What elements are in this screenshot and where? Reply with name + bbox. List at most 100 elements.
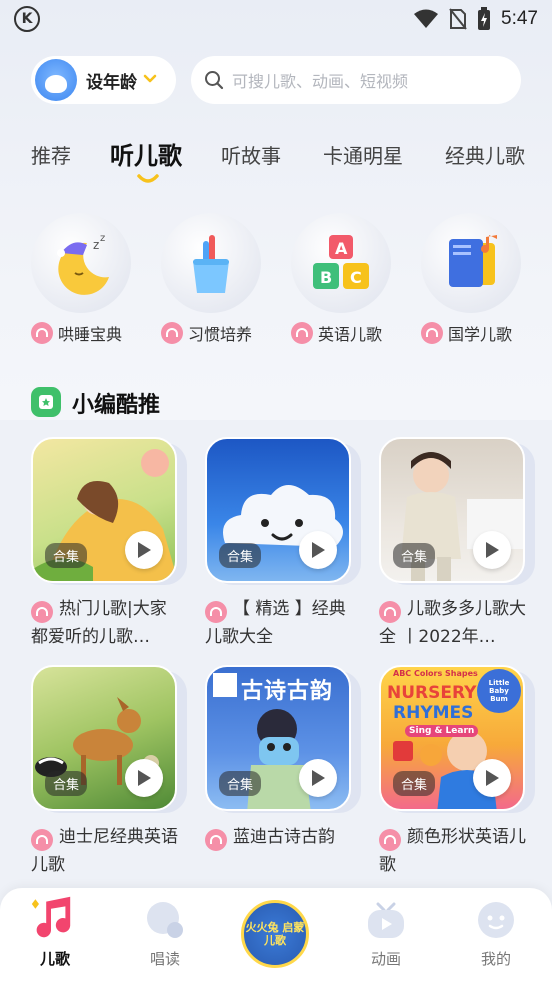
svg-text:C: C bbox=[350, 268, 362, 287]
svg-text:z: z bbox=[100, 233, 105, 244]
play-icon bbox=[312, 542, 325, 558]
cover-poetry-title: 古诗古韵 bbox=[241, 679, 334, 704]
collection-badge: 合集 bbox=[45, 543, 88, 568]
collection-badge: 合集 bbox=[219, 543, 262, 568]
headphones-icon bbox=[379, 829, 401, 851]
center-logo-text: 火火兔 启蒙儿歌 bbox=[245, 921, 305, 947]
svg-text:B: B bbox=[320, 268, 332, 287]
tab-songs[interactable]: 听儿歌 bbox=[110, 136, 182, 171]
nav-label: 动画 bbox=[370, 950, 401, 968]
search-input[interactable]: 可搜儿歌、动画、短视频 bbox=[191, 56, 521, 104]
svg-text:z: z bbox=[93, 238, 99, 252]
status-time: 5:47 bbox=[501, 8, 538, 29]
category-label: 哄睡宝典 bbox=[58, 325, 123, 344]
headphones-icon bbox=[31, 322, 53, 344]
headphones-icon bbox=[205, 829, 227, 851]
cover-top-text: ABC Colors Shapes bbox=[393, 669, 478, 678]
play-icon bbox=[486, 542, 499, 558]
cover-brand-text: Little Baby Bum bbox=[488, 679, 510, 703]
headphones-icon bbox=[31, 829, 53, 851]
album-card[interactable]: ABC Colors Shapes NURSERY RHYMES Little … bbox=[379, 665, 535, 875]
headphones-icon bbox=[31, 601, 53, 623]
play-icon bbox=[138, 542, 151, 558]
search-placeholder: 可搜儿歌、动画、短视频 bbox=[232, 72, 409, 91]
sing-read-icon bbox=[147, 902, 183, 938]
album-title: 【 精选 】经典儿歌大全 bbox=[205, 599, 346, 647]
wifi-icon bbox=[414, 9, 439, 28]
search-icon bbox=[205, 71, 224, 90]
cover-sub-text: Sing & Learn bbox=[405, 725, 479, 737]
cover-nursery-line1: NURSERY bbox=[387, 683, 477, 703]
cover-nursery-line2: RHYMES bbox=[393, 703, 474, 723]
tab-recommend[interactable]: 推荐 bbox=[31, 140, 71, 169]
album-cover: 合集 bbox=[31, 665, 177, 811]
play-button[interactable] bbox=[473, 759, 511, 797]
headphones-icon bbox=[161, 322, 183, 344]
play-icon bbox=[486, 770, 499, 786]
avatar bbox=[35, 59, 77, 101]
album-card[interactable]: 合集 儿歌多多儿歌大全 丨2022年… bbox=[379, 437, 535, 647]
album-title: 蓝迪古诗古韵 bbox=[233, 827, 335, 847]
book-music-icon bbox=[449, 235, 497, 287]
section-title: 小编酷推 bbox=[72, 393, 161, 418]
category-label: 英语儿歌 bbox=[318, 325, 383, 344]
headphones-icon bbox=[379, 601, 401, 623]
tab-classic-songs[interactable]: 经典儿歌 bbox=[445, 140, 525, 169]
active-tab-indicator bbox=[137, 174, 159, 183]
toothbrush-cup-icon bbox=[193, 235, 229, 293]
play-button[interactable] bbox=[299, 531, 337, 569]
nav-label: 我的 bbox=[480, 950, 511, 968]
bottom-navigation: 儿歌 唱读 火火兔 启蒙儿歌 动画 我的 bbox=[0, 888, 552, 981]
album-title: 迪士尼经典英语儿歌 bbox=[31, 827, 178, 875]
nav-profile[interactable]: 我的 bbox=[456, 888, 536, 981]
play-button[interactable] bbox=[473, 531, 511, 569]
album-cover: 合集 bbox=[205, 437, 351, 583]
app-k-icon: K bbox=[14, 6, 40, 32]
play-button[interactable] bbox=[125, 759, 163, 797]
abc-blocks-icon: AB C bbox=[313, 235, 369, 289]
album-cover: ABC Colors Shapes NURSERY RHYMES Little … bbox=[379, 665, 525, 811]
tab-cartoon-stars[interactable]: 卡通明星 bbox=[323, 140, 403, 169]
profile-face-icon bbox=[478, 902, 514, 938]
album-card[interactable]: 合集 热门儿歌|大家都爱听的儿歌… bbox=[31, 437, 187, 647]
center-logo-button[interactable]: 火火兔 启蒙儿歌 bbox=[241, 900, 309, 968]
no-sim-icon bbox=[449, 8, 467, 30]
nav-label: 唱读 bbox=[149, 950, 180, 968]
headphones-icon bbox=[205, 601, 227, 623]
category-lullaby[interactable]: zz 哄睡宝典 bbox=[31, 213, 131, 344]
svg-text:A: A bbox=[335, 239, 348, 258]
category-habits[interactable]: 习惯培养 bbox=[161, 213, 261, 344]
category-tabs: 推荐 听儿歌 听故事 卡通明星 经典儿歌 bbox=[0, 136, 552, 186]
tab-stories[interactable]: 听故事 bbox=[221, 140, 281, 169]
album-card[interactable]: 古诗古韵 合集 蓝迪古诗古韵 bbox=[205, 665, 361, 851]
status-bar: K 5:47 bbox=[0, 0, 552, 40]
album-title: 颜色形状英语儿歌 bbox=[379, 827, 526, 875]
play-icon bbox=[138, 770, 151, 786]
star-badge-icon bbox=[31, 387, 61, 417]
album-cover: 合集 bbox=[379, 437, 525, 583]
nav-animation[interactable]: 动画 bbox=[346, 888, 426, 981]
music-note-icon bbox=[31, 896, 71, 938]
chevron-down-icon bbox=[143, 74, 157, 83]
tv-play-icon bbox=[368, 902, 404, 938]
nav-sing-read[interactable]: 唱读 bbox=[125, 888, 205, 981]
album-cover: 合集 bbox=[31, 437, 177, 583]
play-button[interactable] bbox=[299, 759, 337, 797]
age-label: 设年龄 bbox=[86, 72, 137, 93]
nav-songs[interactable]: 儿歌 bbox=[15, 888, 95, 981]
age-selector[interactable]: 设年龄 bbox=[31, 56, 176, 104]
collection-badge: 合集 bbox=[393, 771, 436, 796]
category-chinese-classics[interactable]: 国学儿歌 bbox=[421, 213, 521, 344]
album-card[interactable]: 合集 迪士尼经典英语儿歌 bbox=[31, 665, 187, 875]
collection-badge: 合集 bbox=[393, 543, 436, 568]
album-cover: 古诗古韵 合集 bbox=[205, 665, 351, 811]
headphones-icon bbox=[291, 322, 313, 344]
play-button[interactable] bbox=[125, 531, 163, 569]
battery-charging-icon bbox=[478, 7, 491, 30]
category-label: 国学儿歌 bbox=[448, 325, 513, 344]
play-icon bbox=[312, 770, 325, 786]
collection-badge: 合集 bbox=[219, 771, 262, 796]
album-card[interactable]: 合集 【 精选 】经典儿歌大全 bbox=[205, 437, 361, 647]
category-english-songs[interactable]: ABC 英语儿歌 bbox=[291, 213, 391, 344]
collection-badge: 合集 bbox=[45, 771, 88, 796]
